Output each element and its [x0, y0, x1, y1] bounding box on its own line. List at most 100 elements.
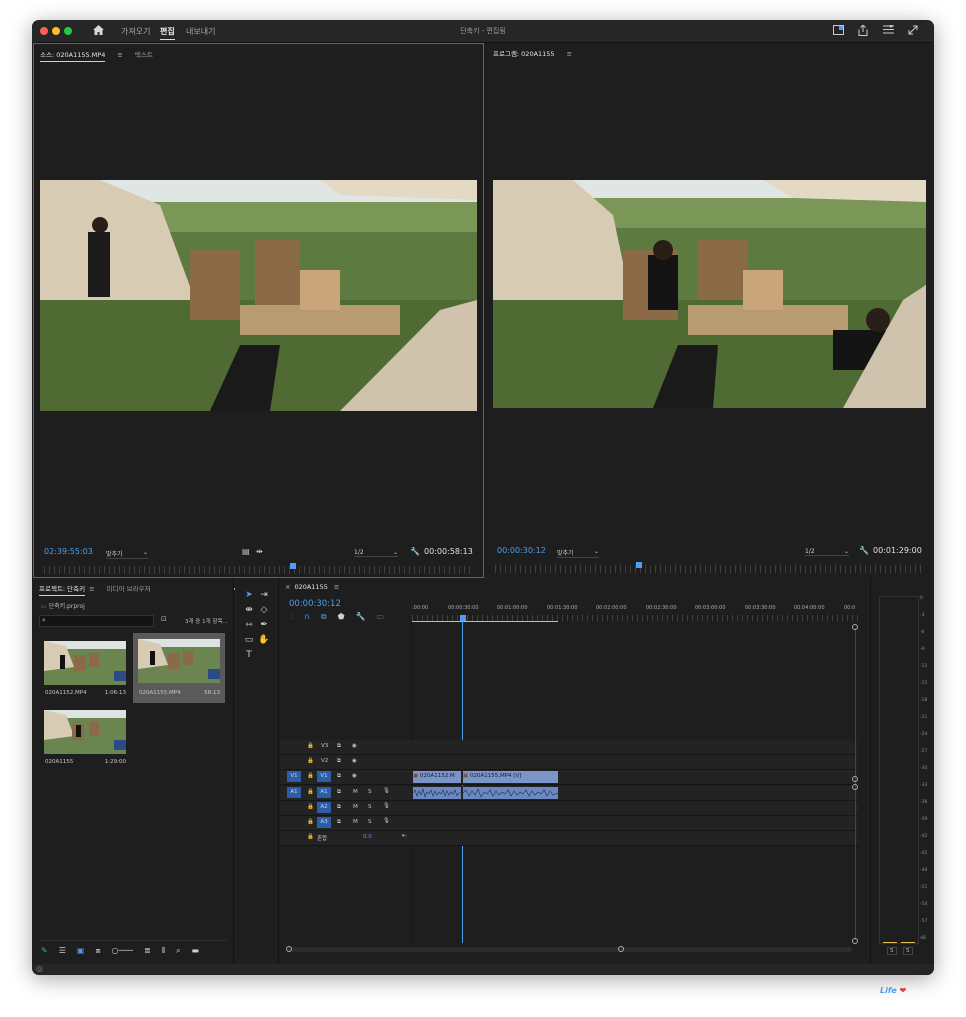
video-clip[interactable]: ▣ 020A1152.M [413, 771, 461, 783]
sync-lock-icon[interactable]: ⧉ [337, 819, 341, 826]
sync-lock-icon[interactable]: ⧉ [337, 773, 341, 780]
workspace-icon[interactable] [832, 25, 844, 37]
video-clip[interactable]: ▣ 020A1155.MP4 [V] [463, 771, 558, 783]
zoom-handle-right[interactable] [618, 946, 624, 952]
nest-icon[interactable]: ⫶ [291, 612, 293, 622]
scroll-handle[interactable] [852, 784, 858, 790]
insert-icon[interactable]: ▤ [242, 547, 250, 556]
track-target-a2[interactable]: A2 [317, 802, 331, 813]
project-item[interactable]: 020A1152.MP4 1:06:13 [39, 635, 131, 703]
track-a3[interactable]: 🔒 A3 ⧉ M S 🎙 [280, 816, 858, 831]
icon-view-icon[interactable]: ▣ [77, 946, 85, 955]
mute-button[interactable]: M [353, 789, 358, 795]
program-playhead[interactable] [636, 562, 642, 568]
lock-icon[interactable]: 🔒 [307, 789, 314, 795]
sort-icon[interactable]: ≣ [144, 946, 151, 955]
new-bin-icon[interactable]: ⊡ [161, 615, 167, 623]
lock-icon[interactable]: 🔒 [307, 743, 314, 749]
program-fit-dropdown[interactable]: 맞추기 ⌄ [557, 548, 599, 558]
lock-icon[interactable]: 🔒 [307, 758, 314, 764]
menu-icon[interactable]: ≡ [567, 50, 572, 58]
pencil-icon[interactable]: ✎ [41, 946, 48, 955]
audio-clip[interactable] [412, 787, 461, 799]
source-patch-a1[interactable]: A1 [287, 787, 301, 798]
horizontal-scrollbar[interactable] [288, 947, 852, 952]
solo-button[interactable]: S [368, 819, 372, 825]
track-target-a3[interactable]: A3 [317, 817, 331, 828]
lock-icon[interactable]: 🔒 [307, 819, 314, 825]
project-item-selected[interactable]: 020A1155.MP4 58:13 [133, 633, 225, 703]
add-marker-icon[interactable]: ⬟ [338, 612, 345, 621]
ripple-edit-tool-icon[interactable]: ⇼ [242, 605, 256, 615]
search-icon[interactable]: ⌕ [176, 946, 180, 956]
eye-icon[interactable]: ◉ [352, 773, 357, 779]
tab-media-browser[interactable]: 미디어 브라우저 [107, 583, 151, 593]
microphone-icon[interactable]: 🎙 [383, 803, 390, 809]
solo-button[interactable]: S [368, 789, 372, 795]
sync-lock-icon[interactable]: ⧉ [337, 804, 341, 811]
solo-right-button[interactable]: S [903, 947, 913, 955]
lock-icon[interactable]: 🔒 [307, 773, 314, 779]
go-to-end-icon[interactable]: ⇤ [402, 833, 407, 839]
tab-source[interactable]: 소스: 020A1155.MP4 [40, 49, 106, 62]
razor-tool-icon[interactable]: ◇ [257, 605, 271, 615]
mute-button[interactable]: M [353, 804, 358, 810]
scroll-handle[interactable] [852, 624, 858, 630]
rectangle-tool-icon[interactable]: ▭ [242, 635, 256, 645]
source-time-ruler[interactable] [44, 566, 472, 574]
source-resolution-dropdown[interactable]: 1/2 ⌄ [354, 549, 398, 557]
hand-tool-icon[interactable]: ✋ [257, 635, 271, 645]
eye-icon[interactable]: ◉ [352, 758, 357, 764]
freeform-view-icon[interactable]: ⧈ [95, 946, 100, 956]
source-video-frame[interactable] [40, 180, 477, 411]
menu-icon[interactable]: ≡ [89, 585, 94, 593]
mix-volume[interactable]: 0.0 [363, 834, 372, 840]
program-video-frame[interactable] [493, 180, 926, 408]
zoom-slider[interactable]: ○─── [112, 946, 133, 955]
panel-menu-icon[interactable] [882, 24, 894, 37]
track-a1[interactable]: A1 🔒 A1 ⧉ M S 🎙 [280, 786, 858, 801]
tab-project[interactable]: 프로젝트: 단축키 [39, 583, 86, 596]
solo-left-button[interactable]: S [887, 947, 897, 955]
captions-icon[interactable]: ▭ [377, 612, 385, 621]
sync-lock-icon[interactable]: ⧉ [337, 743, 341, 750]
automate-icon[interactable]: ⫴ [162, 946, 165, 956]
list-view-icon[interactable]: ☰ [59, 946, 66, 955]
track-v2[interactable]: 🔒 V2 ⧉ ◉ [280, 755, 858, 770]
type-tool-icon[interactable]: T [242, 650, 256, 660]
selection-tool-icon[interactable]: ➤ [242, 590, 256, 600]
tab-program[interactable]: 프로그램: 020A1155 [493, 48, 555, 58]
timeline-timecode[interactable]: 00:00:30:12 [289, 599, 341, 609]
source-playhead[interactable] [290, 563, 296, 569]
project-search-input[interactable]: ⌕ [39, 615, 154, 627]
source-fit-dropdown[interactable]: 맞추기 ⌄ [106, 549, 148, 559]
work-area-bar[interactable] [412, 621, 558, 622]
mute-button[interactable]: M [353, 819, 358, 825]
fullscreen-icon[interactable] [907, 25, 919, 37]
wrench-icon[interactable]: 🔧 [410, 547, 420, 556]
program-time-ruler[interactable] [495, 565, 923, 573]
sync-lock-icon[interactable]: ⧉ [337, 758, 341, 765]
snap-icon[interactable]: ∩ [304, 612, 310, 621]
close-icon[interactable]: × [285, 583, 290, 591]
scroll-handle[interactable] [852, 938, 858, 944]
timeline-ruler[interactable]: :00:00 00:00:30:00 00:01:00:00 00:01:30:… [412, 605, 858, 615]
wrench-icon[interactable]: 🔧 [859, 546, 869, 555]
microphone-icon[interactable]: 🎙 [383, 818, 390, 824]
program-resolution-dropdown[interactable]: 1/2 ⌄ [805, 548, 849, 556]
lock-icon[interactable]: 🔒 [307, 834, 314, 840]
track-target-v1[interactable]: V1 [317, 771, 331, 782]
lock-icon[interactable]: 🔒 [307, 804, 314, 810]
slip-tool-icon[interactable]: ⇿ [242, 620, 256, 630]
settings-wrench-icon[interactable]: 🔧 [356, 612, 366, 621]
microphone-icon[interactable]: 🎙 [383, 788, 390, 794]
pen-tool-icon[interactable]: ✒ [257, 620, 271, 630]
scroll-handle[interactable] [852, 776, 858, 782]
trim-icon[interactable]: ⇹ [256, 547, 263, 556]
project-item[interactable]: 020A1155 1:29:00 [39, 704, 131, 772]
track-target-a1[interactable]: A1 [317, 787, 331, 798]
solo-button[interactable]: S [368, 804, 372, 810]
tab-sequence[interactable]: 020A1155 [294, 583, 327, 591]
linked-selection-icon[interactable]: ⧉ [321, 612, 327, 622]
zoom-handle-left[interactable] [286, 946, 292, 952]
